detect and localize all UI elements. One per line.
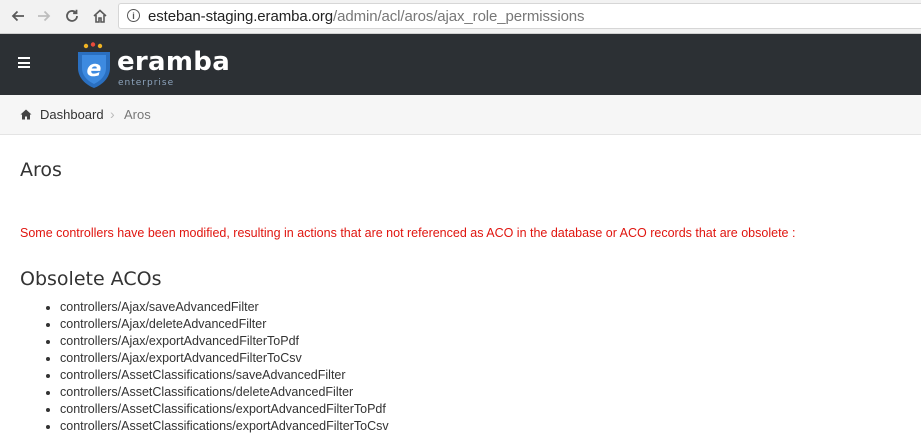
eramba-logo[interactable]: e eramba enterprise [74,42,230,92]
breadcrumb: Dashboard › Aros [0,95,921,135]
home-icon[interactable] [90,6,110,26]
app-header: e eramba enterprise [0,34,921,95]
warning-message: Some controllers have been modified, res… [20,226,796,240]
list-item: controllers/Ajax/saveAdvancedFilter [60,299,389,316]
list-item: controllers/Ajax/exportAdvancedFilterToC… [60,350,389,367]
breadcrumb-current: Aros [124,107,151,122]
list-item: controllers/AssetClassifications/deleteA… [60,384,389,401]
url-text: esteban-staging.eramba.org/admin/acl/aro… [148,8,585,25]
shield-logo-icon: e [78,42,110,88]
breadcrumb-separator: › [110,106,115,122]
obsolete-acos-heading: Obsolete ACOs [20,268,162,290]
list-item: controllers/AssetClassifications/saveAdv… [60,367,389,384]
list-item: controllers/AssetClassifications/exportA… [60,401,389,418]
breadcrumb-dashboard-link[interactable]: Dashboard [40,107,104,122]
home-icon [20,109,32,120]
address-bar[interactable]: i esteban-staging.eramba.org/admin/acl/a… [118,3,921,29]
list-item: controllers/Ajax/deleteAdvancedFilter [60,316,389,333]
url-domain: esteban-staging.eramba.org [148,8,334,25]
back-arrow-icon[interactable] [8,6,28,26]
logo-text: eramba [117,47,231,77]
logo-subtext: enterprise [118,78,175,88]
url-path: /admin/acl/aros/ajax_role_permissions [333,8,585,25]
browser-toolbar: i esteban-staging.eramba.org/admin/acl/a… [0,0,921,34]
info-icon[interactable]: i [127,9,140,22]
forward-arrow-icon[interactable] [34,6,54,26]
svg-text:e: e [87,57,102,82]
reload-icon[interactable] [62,6,82,26]
obsolete-aco-list: controllers/Ajax/saveAdvancedFilter cont… [40,299,389,435]
menu-toggle-icon[interactable] [18,57,30,68]
list-item: controllers/Ajax/exportAdvancedFilterToP… [60,333,389,350]
page-title: Aros [20,159,62,181]
